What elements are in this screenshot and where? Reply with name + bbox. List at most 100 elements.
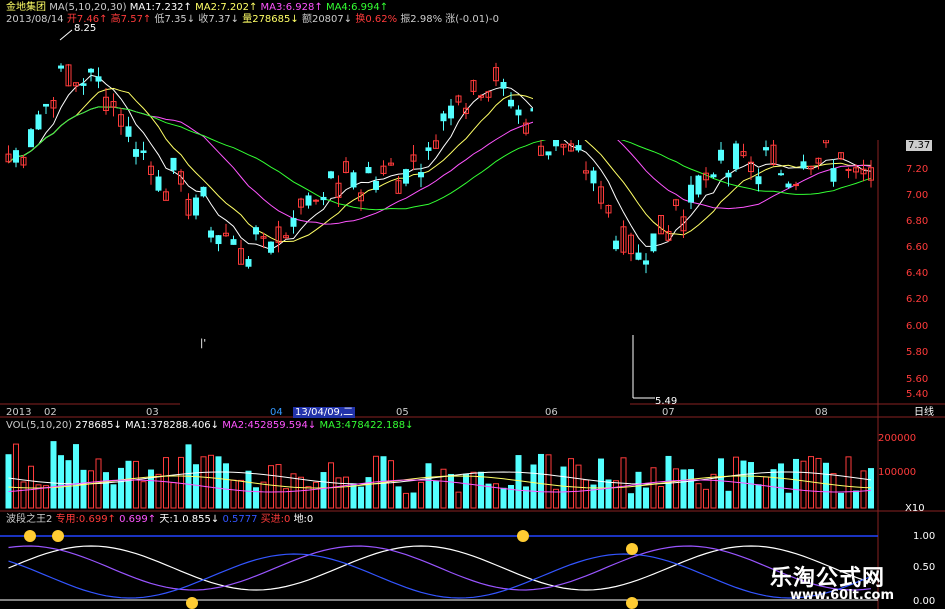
volume-bar: [845, 456, 852, 509]
price-axis-label: 7.20: [906, 164, 929, 175]
volume-bar: [170, 482, 177, 509]
high-marker-line: [59, 29, 73, 41]
candle-body: [688, 184, 694, 203]
candle-body: [58, 65, 64, 69]
indicator-line: [8, 553, 872, 599]
candle-body: [425, 147, 432, 151]
ma3-value: MA3:6.928↑: [260, 2, 323, 13]
vol-value: 278685↓: [75, 420, 122, 431]
title-bar: 金地集团 MA(5,10,20,30) MA1:7.232↑ MA2:7.202…: [6, 2, 388, 13]
info-high: 高7.57↑: [110, 14, 152, 25]
volume-bar: [778, 463, 784, 509]
candle-body: [575, 145, 582, 151]
candle-body: [133, 149, 139, 157]
volume-bar: [485, 483, 492, 509]
price-axis-label: 5.80: [906, 347, 929, 358]
candle-body: [755, 176, 762, 185]
candle-body: [403, 169, 409, 184]
volume-bar: [613, 480, 619, 509]
ind-axis-1: 1.00: [913, 531, 936, 542]
volume-bar: [110, 484, 117, 509]
indicator-ground: 地:0: [293, 514, 314, 525]
candle-body: [305, 195, 312, 206]
volume-bar: [695, 483, 702, 509]
price-axis-label: 7.00: [906, 190, 929, 201]
volume-bar: [5, 454, 12, 509]
ma2-value: MA2:7.202↑: [195, 2, 258, 13]
indicator-extra: 0.5777: [222, 514, 258, 525]
volume-bar: [470, 471, 477, 509]
volume-bar: [103, 472, 109, 509]
volume-bar: [133, 460, 139, 509]
volume-bar: [868, 468, 874, 509]
volume-bar: [148, 469, 154, 509]
vol-axis-unit: X10: [905, 503, 925, 514]
volume-bar: [763, 476, 769, 509]
volume-bar: [73, 444, 79, 509]
indicator-buy: 买进:0: [260, 514, 291, 525]
candle-body: [845, 168, 852, 171]
candle-body: [778, 173, 784, 176]
volume-bar: [725, 490, 732, 509]
indicator-name: 波段之王2: [6, 514, 53, 525]
ma-label: MA(5,10,20,30): [49, 2, 127, 13]
candle-body: [365, 167, 372, 174]
volume-bar: [268, 465, 274, 509]
volume-bar: [583, 479, 589, 509]
info-amount: 额20807↓: [301, 14, 353, 25]
candle-body: [785, 183, 792, 188]
candle-body: [193, 197, 199, 216]
volume-bar: [193, 464, 199, 509]
volume-bar: [328, 462, 334, 509]
time-axis-label: 06: [545, 407, 558, 418]
volume-bar: [523, 486, 529, 509]
vol-ma1: MA1:378288.406↓: [125, 420, 220, 431]
volume-bar: [650, 467, 657, 509]
volume-bar: [163, 457, 169, 509]
indicator-k: 专用:0.699↑: [55, 514, 116, 525]
volume-bar: [395, 486, 402, 509]
volume-bar: [455, 491, 462, 509]
volume-bar: [530, 464, 537, 509]
volume-bar: [215, 456, 222, 509]
sell-signal-icon: [52, 530, 64, 542]
candle-body: [448, 105, 454, 119]
stock-name[interactable]: 金地集团: [6, 2, 46, 13]
volume-bar: [253, 487, 259, 509]
vol-header: VOL(5,10,20) 278685↓ MA1:378288.406↓ MA2…: [6, 420, 414, 431]
candle-body: [155, 176, 162, 191]
volume-bar: [313, 481, 319, 509]
candle-body: [440, 113, 447, 122]
volume-bar: [673, 468, 679, 509]
blackout-mask: [533, 0, 945, 140]
volume-bar: [658, 486, 664, 509]
volume-bar: [703, 488, 709, 509]
volume-bar: [208, 454, 214, 509]
low-mark-label: 5.49: [655, 396, 678, 407]
time-axis-label: 05: [396, 407, 409, 418]
high-mark-label: 8.25: [74, 23, 97, 34]
period-label[interactable]: 日线: [914, 407, 934, 418]
volume-bar: [853, 490, 859, 509]
candle-body: [695, 175, 702, 195]
info-turnover: 换0.62%: [355, 14, 398, 25]
volume-bar: [13, 443, 19, 509]
volume-bar: [238, 479, 244, 509]
info-close: 收7.37↓: [198, 14, 240, 25]
info-amplitude: 振2.98%: [400, 14, 443, 25]
volume-bar: [200, 456, 207, 509]
volume-bar: [410, 492, 417, 509]
indicator-sky: 天:1.0.855↓: [159, 514, 220, 525]
candle-body: [215, 235, 222, 245]
volume-bar: [478, 471, 484, 509]
candle-body: [253, 227, 259, 235]
volume-bar: [755, 484, 762, 509]
ma1-value: MA1:7.232↑: [129, 2, 192, 13]
candle-body: [350, 172, 357, 188]
volume-bar: [223, 463, 229, 509]
indicator-header: 波段之王2 专用:0.699↑ 0.699↑ 天:1.0.855↓ 0.5777…: [6, 514, 313, 525]
candle-body: [95, 76, 102, 82]
candle-body: [800, 161, 807, 169]
volume-bar: [463, 473, 469, 509]
volume-bar: [830, 473, 837, 509]
